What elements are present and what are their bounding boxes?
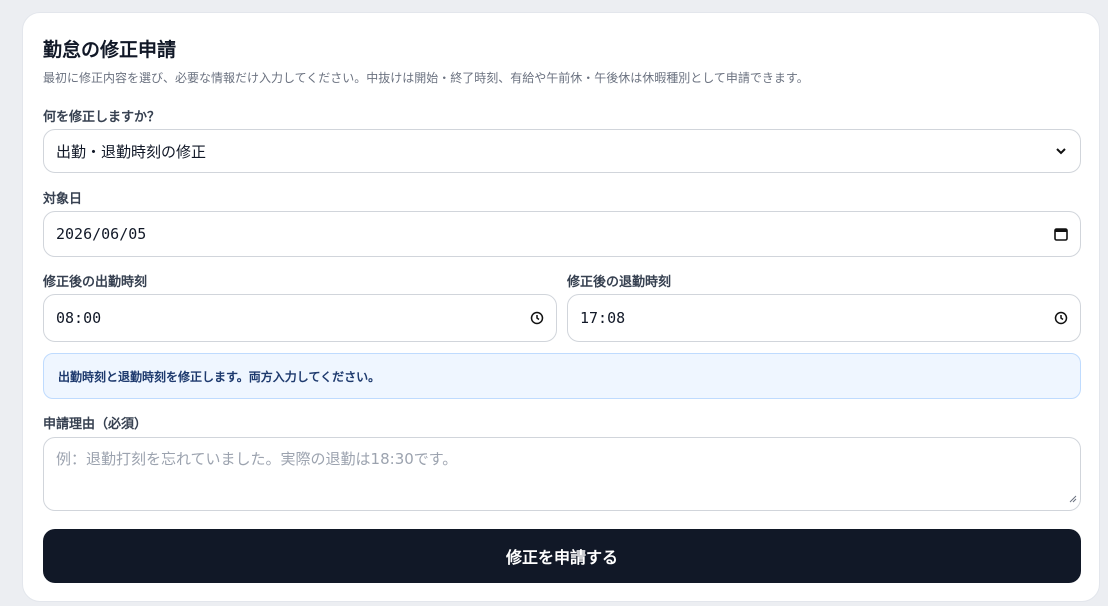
target-date-input[interactable]: 2026/06/05 xyxy=(43,211,1081,257)
info-message-box: 出勤時刻と退勤時刻を修正します。両方入力してください。 xyxy=(43,353,1081,399)
info-message: 出勤時刻と退勤時刻を修正します。両方入力してください。 xyxy=(58,369,381,384)
correction-type-label: 何を修正しますか？ xyxy=(43,110,161,125)
page-title: 勤怠の修正申請 xyxy=(43,39,177,61)
clock-out-label: 修正後の退勤時刻 xyxy=(567,275,672,290)
correction-type-select[interactable]: 出勤・退勤時刻の修正 xyxy=(43,129,1081,173)
correction-type-value: 出勤・退勤時刻の修正 xyxy=(56,142,207,161)
reason-placeholder: 例：退勤打刻を忘れていました。実際の退勤は18:30です。 xyxy=(56,450,458,468)
chevron-down-icon xyxy=(1054,144,1068,158)
calendar-icon[interactable] xyxy=(1054,227,1068,241)
form-description: 最初に修正内容を選び、必要な情報だけ入力してください。中抜けは開始・終了時刻、有… xyxy=(43,71,809,85)
reason-label: 申請理由（必須） xyxy=(43,417,148,432)
clock-in-input[interactable]: 08:00 xyxy=(43,294,557,342)
submit-label: 修正を申請する xyxy=(505,548,618,567)
target-date-label: 対象日 xyxy=(43,192,83,207)
target-date-value: 2026/06/05 xyxy=(56,225,147,243)
submit-button[interactable]: 修正を申請する xyxy=(43,529,1081,583)
clock-icon[interactable] xyxy=(530,311,544,325)
clock-out-input[interactable]: 17:08 xyxy=(567,294,1081,342)
reason-textarea[interactable]: 例：退勤打刻を忘れていました。実際の退勤は18:30です。 xyxy=(43,437,1081,511)
resize-handle-icon[interactable] xyxy=(1069,488,1077,507)
correction-form-card: 勤怠の修正申請 最初に修正内容を選び、必要な情報だけ入力してください。中抜けは開… xyxy=(22,12,1100,602)
clock-out-value: 17:08 xyxy=(580,309,626,327)
clock-in-value: 08:00 xyxy=(56,309,102,327)
clock-icon[interactable] xyxy=(1054,311,1068,325)
clock-in-label: 修正後の出勤時刻 xyxy=(43,275,148,290)
